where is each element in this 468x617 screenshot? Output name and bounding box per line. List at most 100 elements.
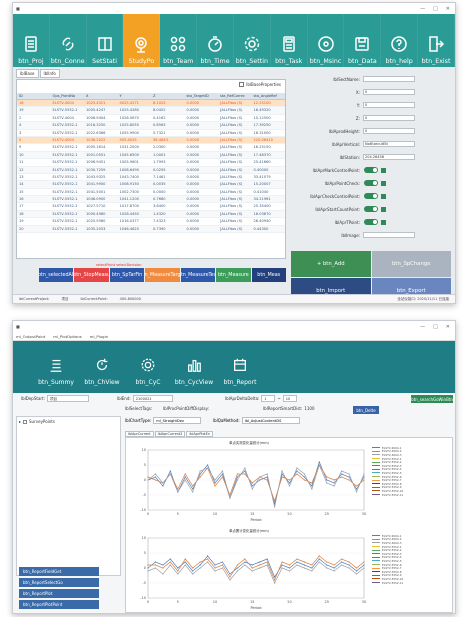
property-input[interactable]: NotExecutEN	[363, 141, 415, 147]
search-button[interactable]: btn_searchGoWinBtn	[411, 395, 453, 403]
maximize-icon-2[interactable]: □	[433, 324, 438, 330]
minimize-icon[interactable]: —	[420, 6, 425, 12]
report-side-button[interactable]: btn_ReportSelectGo	[19, 578, 99, 587]
maximize-icon[interactable]: □	[433, 6, 438, 12]
toolbar-button-2[interactable]: SetStati	[87, 14, 124, 67]
tab-info[interactable]: lblInfo	[39, 69, 60, 78]
toolbar-button-3[interactable]: StudyPo	[123, 14, 161, 67]
report-toolbar-button[interactable]: btn_Summy	[37, 357, 75, 393]
property-input[interactable]: 0	[363, 89, 415, 95]
table-row[interactable]: 14 ELSTV-5552-1 1041.9900 1008.9150 0.0035 0.…	[17, 181, 285, 189]
report-toolbar-button[interactable]: btn_Report	[221, 357, 259, 393]
table-row[interactable]: 17 ELSTV-5552-1 1027.5710 1017.8700 3.6400 0.…	[17, 203, 285, 211]
report-side-button[interactable]: btn_ReportPlotPoint	[19, 600, 99, 609]
toolbar-button-1[interactable]: btn_Conne	[50, 14, 87, 67]
table-row[interactable]: 5 ELSTV-4004 1038.2022 905.4025 38.4643 0.000…	[17, 136, 285, 145]
table-row[interactable]: 20 ELSTV-5552-1 1035.2053 1046.4625 0.7390 0.…	[17, 225, 285, 234]
step-a-input[interactable]: 1	[261, 395, 276, 402]
chart-type-select[interactable]: ml_StraightDev	[153, 417, 202, 424]
menu-item[interactable]: ml_PlotOptions	[53, 334, 81, 339]
close-icon[interactable]: ✕	[446, 6, 450, 12]
property-input[interactable]: 204.26456	[363, 154, 415, 160]
report-side-button[interactable]: btn_ReportPlot	[19, 589, 99, 598]
table-row[interactable]: 10 ELSTV-5552-1 1001.0551 1045.6500 1.0001 0.…	[17, 151, 285, 160]
table-cell: 10	[19, 152, 24, 157]
measure-button[interactable]: btn_Measure	[216, 268, 251, 282]
property-input[interactable]	[363, 232, 415, 238]
property-checkbox[interactable]	[381, 206, 386, 212]
expand-icon[interactable]: ▸	[19, 419, 21, 424]
toolbar-button-9[interactable]: btn_Data	[344, 14, 382, 67]
report-side-button[interactable]: btn_ReportFieldGet	[19, 567, 99, 576]
property-input[interactable]: 0	[363, 128, 415, 134]
property-toggle[interactable]	[364, 206, 378, 212]
measure-button[interactable]: btn_Meas	[251, 268, 286, 282]
table-row[interactable]: 18 ELSTV-4004 1025.4321 4025.4271 8.1025 0.00…	[17, 100, 285, 108]
properties-filter[interactable]: lblBaseProperties	[239, 82, 281, 87]
table-row[interactable]: 16 ELSTV-5552-1 1046.0900 1041.1200 0.7680 0.…	[17, 196, 285, 204]
y-tick-label: -10	[140, 596, 146, 600]
measure-button[interactable]: btn_MeasureTarget	[145, 268, 180, 282]
column-header[interactable]: Z	[151, 93, 185, 99]
property-input[interactable]	[363, 76, 415, 82]
toolbar-button-8[interactable]: btn_Msinc	[308, 14, 345, 67]
table-row[interactable]: 18 ELSTV-5552-1 1000.4980 1028.4450 1.4320 0.…	[17, 210, 285, 219]
table-row[interactable]: 12 ELSTV-5552-1 1030.7259 1008.6490 0.0255 0.…	[17, 166, 285, 174]
column-header[interactable]: sta_AngleRef	[252, 93, 286, 99]
menu-item[interactable]: ml_OutputPoint	[16, 334, 45, 339]
property-checkbox[interactable]	[381, 193, 386, 199]
property-toggle[interactable]	[364, 193, 378, 199]
report-toolbar-button[interactable]: btn_CyC	[129, 357, 167, 393]
toolbar-button-5[interactable]: btn_Time	[197, 14, 234, 67]
table-row[interactable]: 19 ELSTV-5552-1 1005.4247 1025.4280 8.0452 0.…	[17, 107, 285, 115]
property-toggle[interactable]	[364, 167, 378, 173]
column-header[interactable]: sta_RefCorrec	[218, 93, 252, 99]
start-input[interactable]: 项目	[46, 395, 89, 402]
column-header[interactable]: X	[84, 93, 118, 99]
property-toggle[interactable]	[364, 219, 378, 225]
toolbar-button-0[interactable]: btn_Proj	[13, 14, 50, 67]
method-select[interactable]: lbl_AdjustContentDS	[241, 417, 300, 424]
action-button[interactable]: btn_SpChange	[371, 251, 451, 277]
delete-button[interactable]: btn_Delte	[353, 406, 379, 414]
end-input[interactable]: 2100021	[132, 395, 173, 402]
properties-checkbox[interactable]	[239, 82, 245, 87]
table-row[interactable]: 11 ELSTV-5552-1 1006.9451 1005.9601 1.7993 0.…	[17, 159, 285, 167]
minimize-icon-2[interactable]: —	[420, 324, 425, 330]
property-input[interactable]: 0	[363, 102, 415, 108]
tree-checkbox[interactable]	[23, 419, 28, 424]
toolbar-button-7[interactable]: btn_Task	[271, 14, 308, 67]
menu-item[interactable]: ml_Plugin	[90, 334, 108, 339]
column-header[interactable]: sta_TargetID	[185, 93, 219, 99]
table-row[interactable]: 3 ELSTV-5552-1 1022.6366 1055.9900 5.7321 0.0…	[17, 130, 285, 137]
measure-button[interactable]: btn_SpTarFin	[109, 268, 145, 282]
column-header[interactable]: Ops_PointNo	[51, 93, 85, 99]
column-header[interactable]: Y	[118, 93, 152, 99]
report-toolbar-button[interactable]: btn_ChView	[83, 357, 121, 393]
measure-button[interactable]: btn_MeasureTest	[180, 268, 216, 282]
toolbar-button-10[interactable]: btn_help	[381, 14, 419, 67]
measure-button[interactable]: btn_StopMeasu	[74, 268, 109, 282]
report-toolbar-button[interactable]: btn_CycView	[175, 357, 213, 393]
step-b-input[interactable]: 10	[282, 395, 297, 402]
measure-button[interactable]: btn_selectedAll	[39, 268, 74, 282]
toolbar-button-6[interactable]: btn_Settin	[234, 14, 271, 67]
column-header[interactable]: ID	[17, 93, 51, 99]
toolbar-button-4[interactable]: btn_Team	[160, 14, 198, 67]
table-row[interactable]: 13 ELSTV-5552-1 1043.9325 1043.7400 7.1461 0.…	[17, 174, 285, 182]
property-checkbox[interactable]	[381, 180, 386, 186]
table-row[interactable]: 4 ELSTV-5552-1 1016.3250 1025.8055 0.8563 0.0…	[17, 122, 285, 130]
table-row[interactable]: 19 ELSTV-5552-1 1025.5980 1016.0377 7.4323 0.…	[17, 218, 285, 226]
table-row[interactable]: 9 ELSTV-5552-1 1005.1614 1031.2000 2.0300 0.0…	[17, 144, 285, 152]
tree-root[interactable]: ▸ SurveyPoints	[17, 417, 120, 426]
toolbar-button-11[interactable]: btn_Exist	[418, 14, 455, 67]
action-button[interactable]: + btn_Add	[291, 251, 371, 277]
property-checkbox[interactable]	[381, 219, 386, 225]
tab-base[interactable]: lblBase	[16, 69, 39, 78]
close-icon-2[interactable]: ✕	[446, 324, 450, 330]
property-checkbox[interactable]	[381, 167, 386, 173]
table-row[interactable]: 15 ELSTV-5552-1 1041.5001 1002.7300 0.0000 0.…	[17, 189, 285, 197]
property-toggle[interactable]	[364, 180, 378, 186]
property-input[interactable]: 0	[363, 115, 415, 121]
table-row[interactable]: 2 ELSTV-4004 1006.9404 1026.0670 0.4162 0.000…	[17, 115, 285, 123]
